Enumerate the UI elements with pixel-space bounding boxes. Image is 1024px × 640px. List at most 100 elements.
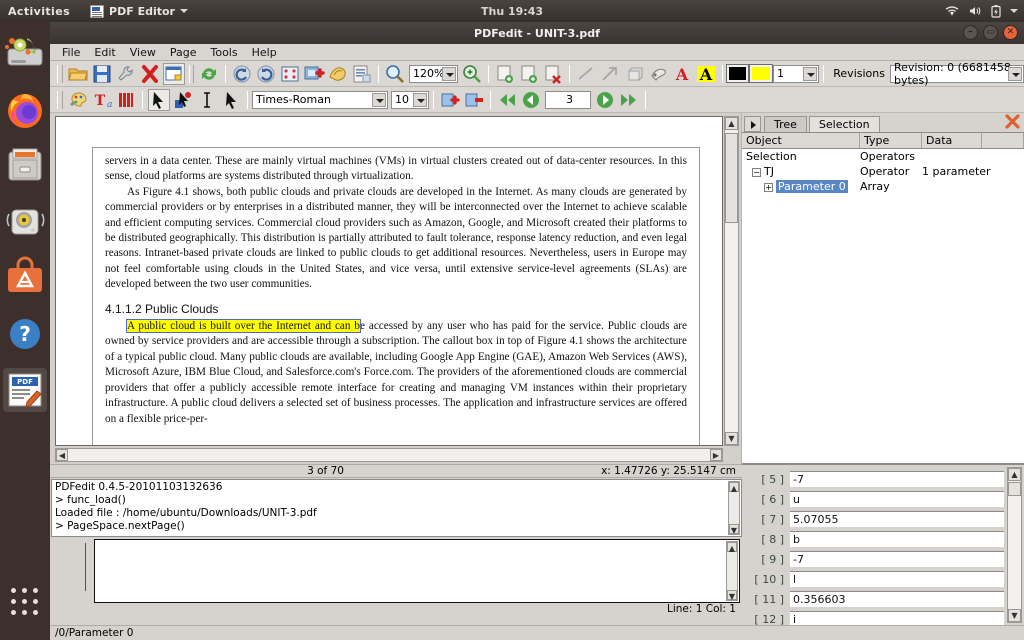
rect-icon[interactable] xyxy=(623,63,645,85)
font-family-combo[interactable]: Times-Roman xyxy=(252,90,388,109)
show-applications-button[interactable] xyxy=(9,586,41,618)
tree-object-label-selected[interactable]: Parameter 0 xyxy=(776,180,848,193)
zoom-out-icon[interactable] xyxy=(384,63,406,85)
move-object-icon[interactable] xyxy=(172,89,194,111)
table-row[interactable]: + Parameter 0 Array xyxy=(742,179,1024,194)
last-page-icon[interactable] xyxy=(618,89,640,111)
select-objects-icon[interactable] xyxy=(220,89,242,111)
text-cursor-icon[interactable] xyxy=(196,89,218,111)
tree-body[interactable]: Selection Operators − TJ Operator 1 param… xyxy=(742,149,1024,464)
minimize-button[interactable]: – xyxy=(963,25,978,40)
page-horizontal-scrollbar[interactable]: ◀ ▶ xyxy=(55,448,723,462)
page-vertical-scrollbar[interactable]: ▲ ▼ xyxy=(724,116,739,446)
foreground-color-swatch[interactable] xyxy=(725,64,750,83)
tab-selection[interactable]: Selection xyxy=(808,116,880,132)
font-size-combo[interactable]: 10 xyxy=(391,90,429,109)
parameter-list-pane[interactable]: [ 5 ] -7 [ 6 ] u [ 7 ] 5.07055 [ 8 ] b [ 9 ]… xyxy=(742,464,1024,625)
scroll-left-button[interactable]: ◀ xyxy=(56,449,68,461)
column-object[interactable]: Object xyxy=(742,133,860,148)
console-scrollbar[interactable]: ▲ ▼ xyxy=(728,481,740,535)
add-object-icon[interactable] xyxy=(303,63,325,85)
edit-object-icon[interactable] xyxy=(327,63,349,85)
page-add2-icon[interactable] xyxy=(518,63,540,85)
line-icon[interactable] xyxy=(575,63,597,85)
param-value[interactable]: -7 xyxy=(790,471,1004,487)
highlight-color-swatch[interactable] xyxy=(749,64,773,83)
scroll-up-button[interactable]: ▲ xyxy=(1008,468,1021,481)
text-color-icon[interactable]: A xyxy=(671,63,693,85)
parameter-scrollbar[interactable]: ▲ ▼ xyxy=(1007,467,1022,623)
app-menu-button[interactable]: PDF Editor xyxy=(90,4,188,18)
tab-tree[interactable]: Tree xyxy=(764,116,807,132)
close-panel-button[interactable] xyxy=(1005,114,1020,129)
open-icon[interactable] xyxy=(67,63,89,85)
scroll-down-button[interactable]: ▼ xyxy=(725,432,738,445)
chevron-down-icon[interactable] xyxy=(1008,66,1022,81)
launcher-item-help[interactable]: ? xyxy=(3,312,47,356)
column-data[interactable]: Data xyxy=(922,133,982,148)
menu-tools[interactable]: Tools xyxy=(210,46,237,59)
revision-combo[interactable]: Revision: 0 (6681458 bytes) xyxy=(889,61,1024,87)
expand-expander-icon[interactable]: + xyxy=(764,182,773,192)
command-scrollbar[interactable]: ▲ ▼ xyxy=(726,541,738,601)
list-item[interactable]: [ 11 ] 0.356603 xyxy=(742,589,1024,609)
param-value[interactable]: 5.07055 xyxy=(790,511,1004,527)
first-page-icon[interactable] xyxy=(496,89,518,111)
line-width-combo[interactable]: 1 xyxy=(773,64,820,83)
chevron-down-icon[interactable] xyxy=(803,66,818,81)
reload-icon[interactable] xyxy=(198,63,220,85)
launcher-item-ubuntu-installer[interactable] xyxy=(3,32,47,76)
console-output[interactable]: PDFedit 0.4.5-20101103132636 > func_load… xyxy=(51,479,742,537)
param-value[interactable]: -7 xyxy=(790,551,1004,567)
table-row[interactable]: Selection Operators xyxy=(742,149,1024,164)
maximize-button[interactable]: ▭ xyxy=(983,25,998,40)
param-value[interactable]: u xyxy=(790,491,1004,507)
page-delete-icon[interactable] xyxy=(542,63,564,85)
select-cursor-icon[interactable] xyxy=(148,88,170,111)
param-value[interactable]: l xyxy=(790,571,1004,587)
color-tool-icon[interactable] xyxy=(67,89,89,111)
scroll-right-button[interactable]: ▶ xyxy=(710,449,722,461)
stamp-icon[interactable] xyxy=(647,63,669,85)
save-icon[interactable] xyxy=(91,63,113,85)
toolbar-grip[interactable] xyxy=(57,90,63,109)
pdf-page[interactable]: servers in a data center. These are main… xyxy=(92,147,700,445)
activities-button[interactable]: Activities xyxy=(8,5,70,18)
scroll-down-button[interactable]: ▼ xyxy=(1008,609,1021,622)
highlight-tool-icon[interactable] xyxy=(115,89,137,111)
table-row[interactable]: − TJ Operator 1 parameter xyxy=(742,164,1024,179)
menu-help[interactable]: Help xyxy=(252,46,277,59)
toolbar-grip[interactable] xyxy=(57,64,63,83)
close-document-icon[interactable] xyxy=(139,63,161,85)
collapse-expander-icon[interactable]: − xyxy=(752,167,761,177)
select-all-icon[interactable] xyxy=(279,63,301,85)
toolbar-grip[interactable] xyxy=(188,64,195,83)
page-number-input[interactable]: 3 xyxy=(545,90,591,109)
list-item[interactable]: [ 5 ] -7 xyxy=(742,469,1024,489)
chevron-down-icon[interactable] xyxy=(441,66,456,81)
menu-edit[interactable]: Edit xyxy=(94,46,115,59)
param-value[interactable]: b xyxy=(790,531,1004,547)
prev-page-icon[interactable] xyxy=(520,89,542,111)
menu-file[interactable]: File xyxy=(62,46,80,59)
scroll-up-button[interactable]: ▲ xyxy=(725,117,738,130)
list-item[interactable]: [ 12 ] i xyxy=(742,609,1024,625)
menu-page[interactable]: Page xyxy=(170,46,197,59)
zoom-level-combo[interactable]: 120% xyxy=(409,64,458,83)
chevron-down-icon[interactable] xyxy=(413,92,427,107)
page-canvas[interactable]: servers in a data center. These are main… xyxy=(55,116,723,446)
column-type[interactable]: Type xyxy=(860,133,922,148)
redo-icon[interactable] xyxy=(255,63,277,85)
scroll-thumb[interactable] xyxy=(1008,482,1021,496)
clock[interactable]: Thu 19:43 xyxy=(481,5,543,18)
list-item[interactable]: [ 7 ] 5.07055 xyxy=(742,509,1024,529)
launcher-item-ubuntu-software[interactable] xyxy=(3,256,47,300)
launcher-item-rhythmbox[interactable] xyxy=(3,200,47,244)
insert-page-icon[interactable] xyxy=(439,89,461,111)
launcher-item-pdf-editor[interactable]: PDF xyxy=(3,368,47,412)
tab-scroll-arrow[interactable] xyxy=(744,116,761,132)
arrow-icon[interactable] xyxy=(599,63,621,85)
chevron-down-icon[interactable] xyxy=(372,92,386,107)
menu-view[interactable]: View xyxy=(130,46,156,59)
param-value[interactable]: 0.356603 xyxy=(790,591,1004,607)
